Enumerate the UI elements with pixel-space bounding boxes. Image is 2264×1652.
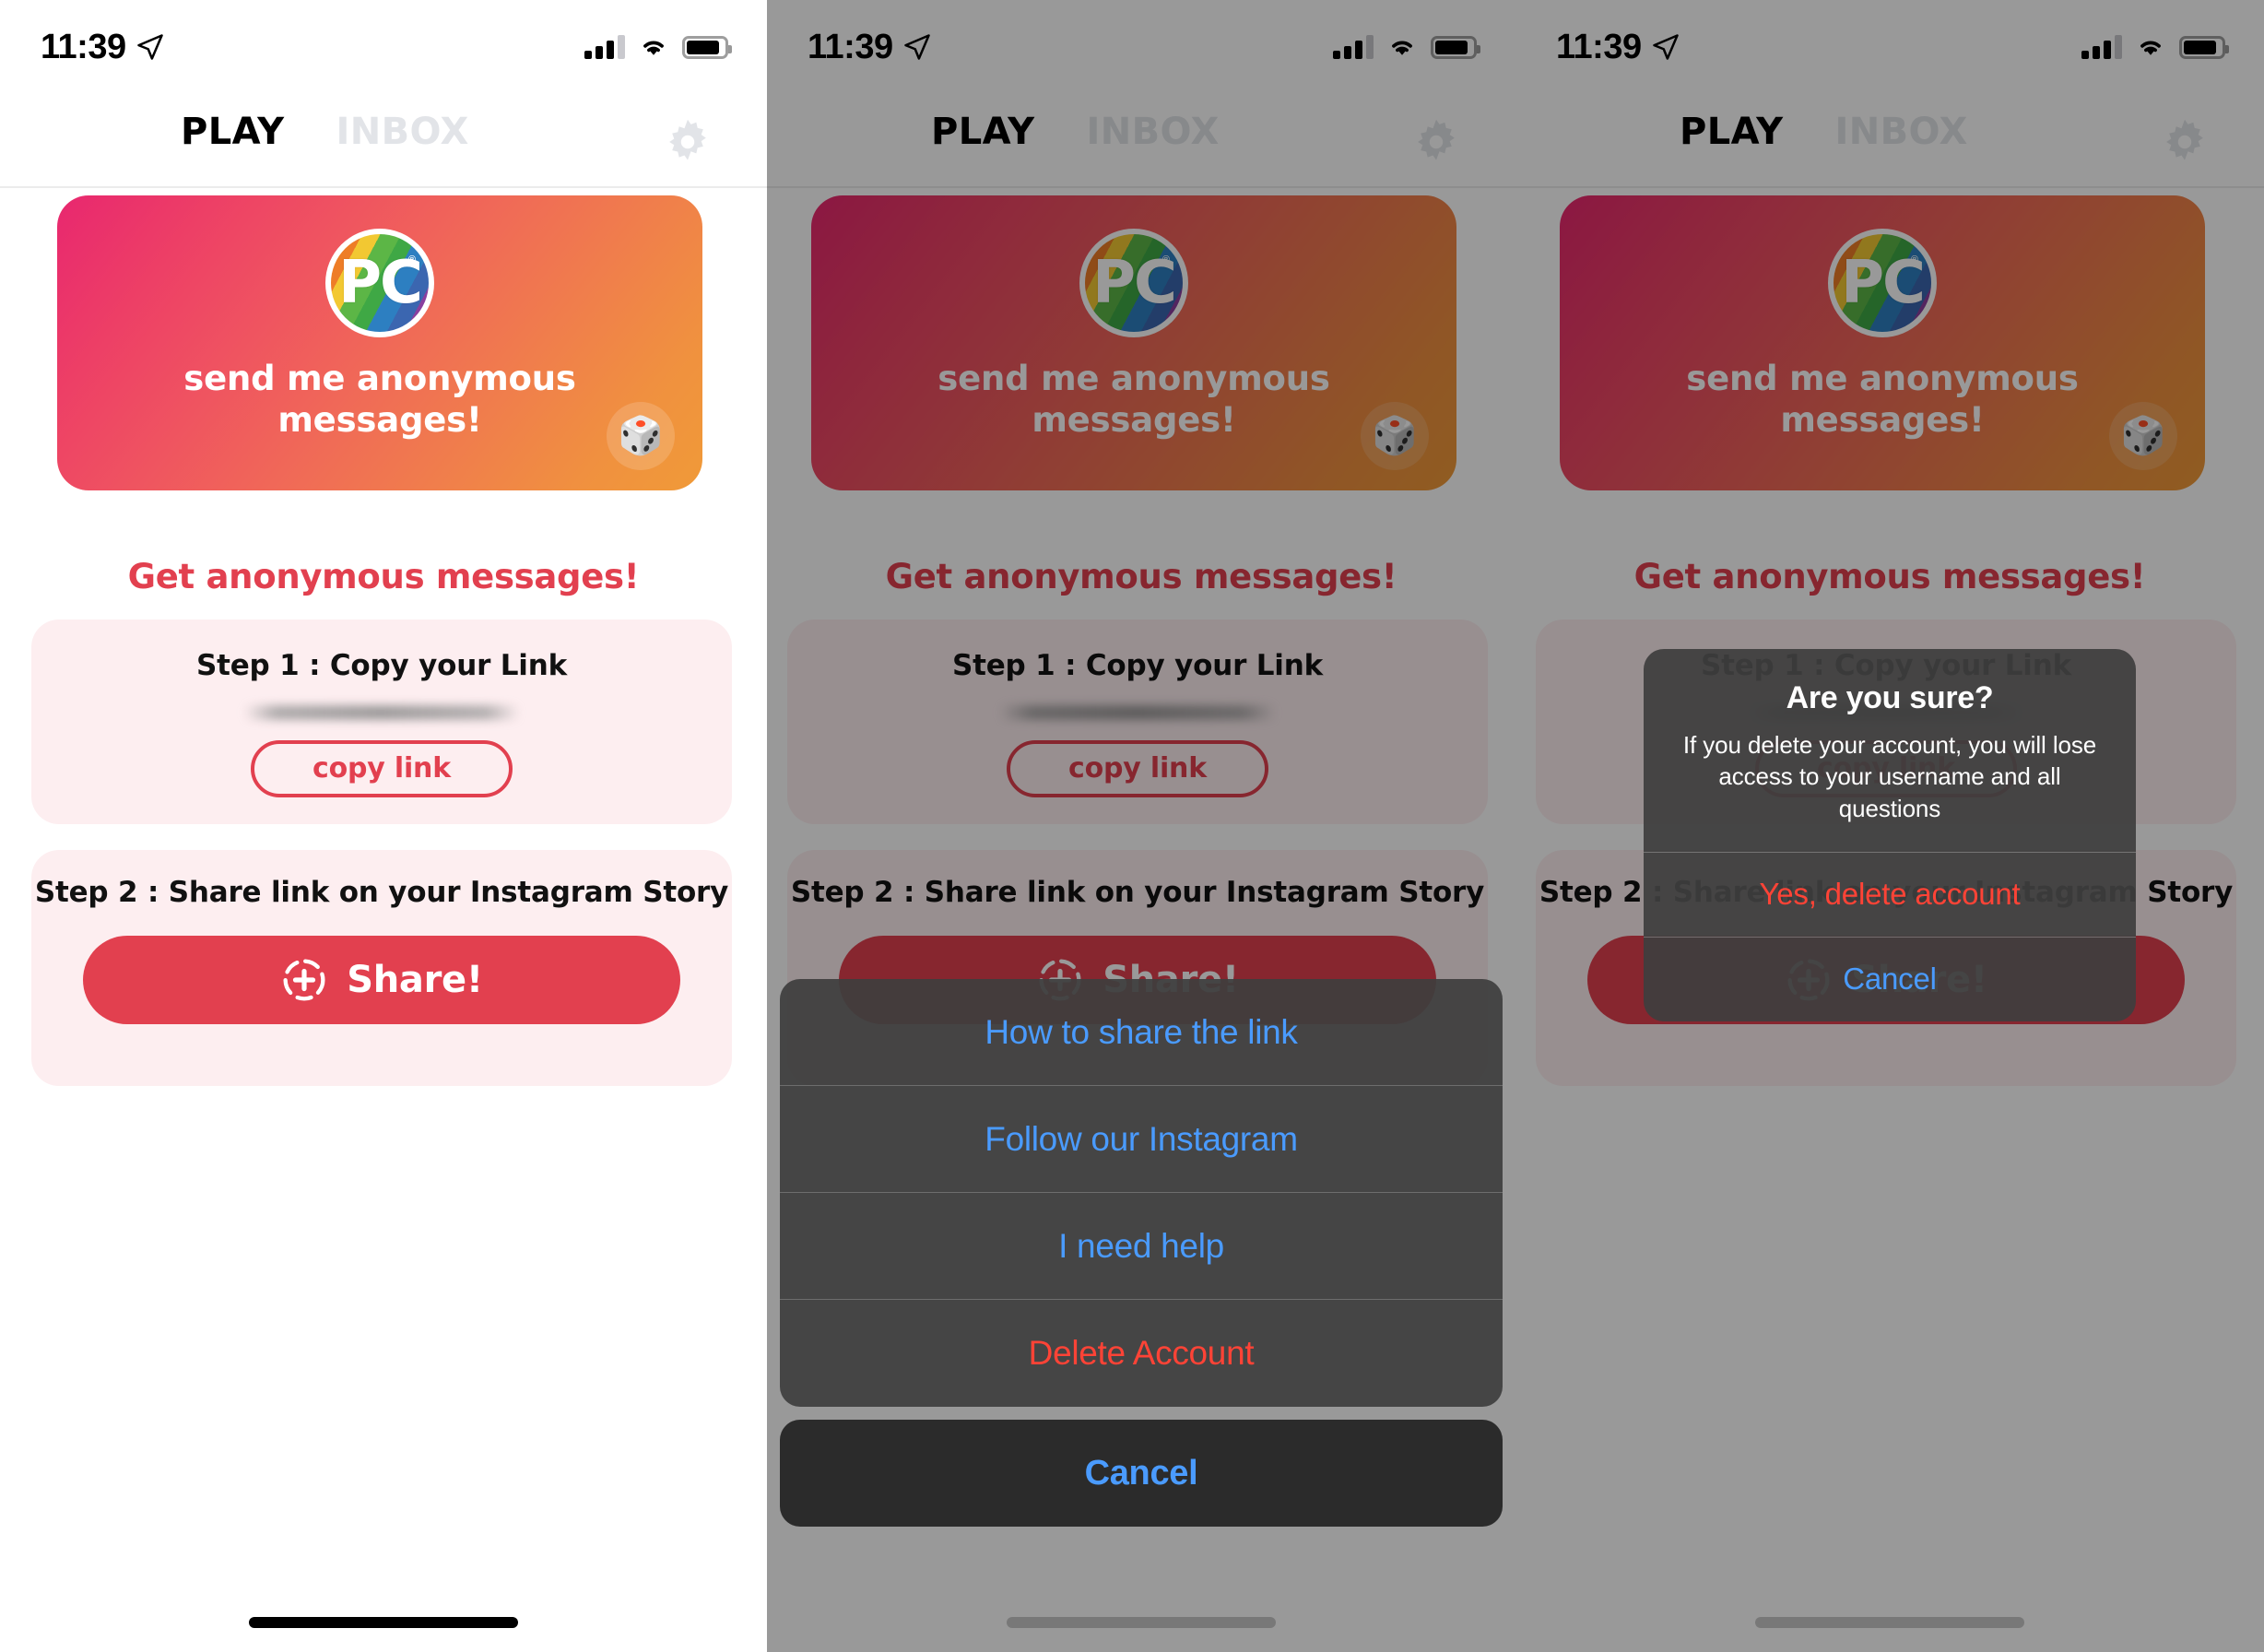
delete-account-confirm-dialog: Are you sure? If you delete your account… xyxy=(1644,649,2136,1021)
share-button[interactable]: Share! xyxy=(83,935,680,1024)
alert-message: If you delete your account, you will los… xyxy=(1682,731,2097,822)
dice-icon: 🎲 xyxy=(618,416,664,456)
battery-icon xyxy=(682,35,732,59)
hero-prompt-text: send me anonymous messages! xyxy=(183,359,576,441)
action-sheet: How to share the link Follow our Instagr… xyxy=(780,979,1503,1527)
phone-panel-1: 11:39 PLAY INBOX PC ® send me anonymous … xyxy=(0,0,767,1652)
logo-text: PC xyxy=(338,249,423,317)
status-bar-time: 11:39 xyxy=(41,27,126,66)
screenshot-stage: 11:39 PLAY INBOX PC ® send me anonymous … xyxy=(0,0,2264,1652)
step-2-title: Step 2 : Share link on your Instagram St… xyxy=(34,876,729,909)
action-sheet-item-delete-account[interactable]: Delete Account xyxy=(780,1300,1503,1407)
phone-panel-3: 11:39 PLAY INBOX PC ® send me anonymous … xyxy=(1515,0,2264,1652)
pc-rainbow-logo-icon: PC ® xyxy=(331,234,429,332)
action-sheet-options: How to share the link Follow our Instagr… xyxy=(780,979,1503,1407)
tab-inbox[interactable]: INBOX xyxy=(336,111,469,153)
step-2-card: Step 2 : Share link on your Instagram St… xyxy=(31,850,732,1086)
profile-link-redacted xyxy=(243,704,520,720)
dice-shuffle-button[interactable]: 🎲 xyxy=(607,402,675,470)
action-sheet-item-need-help[interactable]: I need help xyxy=(780,1193,1503,1300)
home-indicator xyxy=(249,1617,518,1628)
cellular-signal-icon xyxy=(584,35,625,59)
instagram-story-plus-icon xyxy=(283,959,325,1001)
avatar: PC ® xyxy=(325,229,434,337)
app-screen-1: 11:39 PLAY INBOX PC ® send me anonymous … xyxy=(0,0,767,1652)
app-screen-2: 11:39 PLAY INBOX PC ® send me anonymous … xyxy=(767,0,1515,1652)
wifi-icon xyxy=(643,41,664,55)
nav-tabs: PLAY INBOX xyxy=(181,111,469,153)
page-title: Get anonymous messages! xyxy=(127,557,640,596)
gear-icon[interactable] xyxy=(662,116,713,168)
action-sheet-item-follow-instagram[interactable]: Follow our Instagram xyxy=(780,1086,1503,1193)
phone-panel-2: 11:39 PLAY INBOX PC ® send me anonymous … xyxy=(767,0,1515,1652)
main-content-1: PC ® send me anonymous messages! 🎲 Get a… xyxy=(0,188,767,1652)
confirm-delete-button[interactable]: Yes, delete account xyxy=(1644,851,2136,937)
step-1-card: Step 1 : Copy your Link copy link xyxy=(31,620,732,824)
tab-play[interactable]: PLAY xyxy=(181,111,285,153)
trademark-mark: ® xyxy=(407,254,416,266)
alert-title: Are you sure? xyxy=(1786,680,1994,715)
status-bar: 11:39 xyxy=(0,0,767,77)
location-arrow-icon xyxy=(136,34,163,60)
action-sheet-item-how-to-share[interactable]: How to share the link xyxy=(780,979,1503,1086)
status-bar-indicators xyxy=(584,35,732,59)
top-nav-bar: PLAY INBOX xyxy=(0,77,767,188)
profile-share-card: PC ® send me anonymous messages! 🎲 xyxy=(57,195,702,490)
step-1-title: Step 1 : Copy your Link xyxy=(195,649,568,682)
alert-body: Are you sure? If you delete your account… xyxy=(1644,649,2136,852)
action-sheet-cancel-button[interactable]: Cancel xyxy=(780,1420,1503,1527)
app-screen-3: 11:39 PLAY INBOX PC ® send me anonymous … xyxy=(1515,0,2264,1652)
share-button-label: Share! xyxy=(347,958,483,1001)
alert-cancel-button[interactable]: Cancel xyxy=(1644,936,2136,1021)
status-bar-time-group: 11:39 xyxy=(41,28,164,67)
copy-link-button[interactable]: copy link xyxy=(251,739,513,797)
